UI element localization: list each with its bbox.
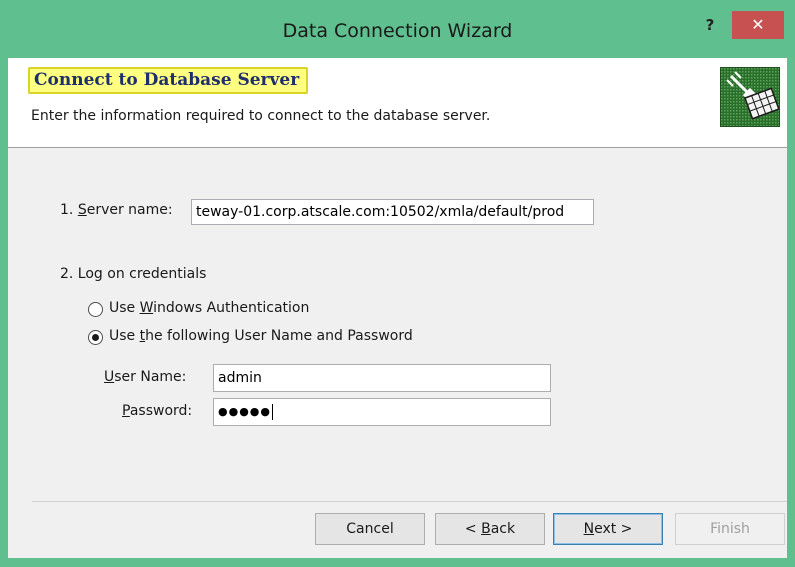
close-button[interactable]: ✕ <box>732 11 784 39</box>
cancel-button[interactable]: Cancel <box>315 513 425 545</box>
help-button[interactable]: ? <box>698 16 722 38</box>
password-label: Password: <box>122 403 192 419</box>
next-mnemonic: N <box>583 521 595 537</box>
server-name-label: 1. Server name: <box>60 202 173 218</box>
server-name-mnemonic: S <box>77 202 87 218</box>
password-mnemonic: P <box>122 403 130 419</box>
back-button[interactable]: < Back <box>435 513 545 545</box>
windows-auth-radio[interactable] <box>88 302 103 317</box>
radio-selected-dot <box>92 334 99 341</box>
server-name-prefix: 1. <box>60 202 78 218</box>
password-mask: ●●●●● <box>218 405 271 418</box>
page-title: Connect to Database Server <box>28 67 309 94</box>
title-bar[interactable]: Data Connection Wizard ? ✕ <box>0 0 795 58</box>
username-mnemonic: U <box>104 369 115 385</box>
text-cursor <box>272 404 273 420</box>
password-text: assword: <box>129 403 193 419</box>
windows-auth-label[interactable]: Use Windows Authentication <box>109 300 309 316</box>
userpass-text-pre: Use <box>109 328 140 344</box>
header-panel: Connect to Database Server Enter the inf… <box>8 58 787 147</box>
button-divider <box>32 501 787 502</box>
server-name-input[interactable]: teway-01.corp.atscale.com:10502/xmla/def… <box>191 199 594 225</box>
windows-auth-mnemonic: W <box>139 300 154 316</box>
header-divider <box>8 147 787 148</box>
back-text-post: ack <box>490 521 516 537</box>
back-mnemonic: B <box>481 521 491 537</box>
credentials-label: 2. Log on credentials <box>60 266 207 282</box>
dialog-body: Connect to Database Server Enter the inf… <box>8 58 787 558</box>
back-text-pre: < <box>464 521 482 537</box>
windows-auth-text-post: indows Authentication <box>153 300 310 316</box>
database-plug-icon <box>720 67 780 127</box>
window-title: Data Connection Wizard <box>282 20 513 42</box>
userpass-label[interactable]: Use the following User Name and Password <box>109 328 413 344</box>
next-text-post: ext > <box>594 521 633 537</box>
next-button[interactable]: Next > <box>553 513 663 545</box>
username-label: User Name: <box>104 369 186 385</box>
username-text: ser Name: <box>114 369 187 385</box>
userpass-radio[interactable] <box>88 330 103 345</box>
page-subtitle: Enter the information required to connec… <box>31 108 491 124</box>
username-input[interactable]: admin <box>213 364 551 392</box>
server-name-text: erver name: <box>86 202 173 218</box>
finish-button[interactable]: Finish <box>675 513 785 545</box>
password-input[interactable]: ●●●●● <box>213 398 551 426</box>
wizard-window: Data Connection Wizard ? ✕ Connect to Da… <box>0 0 795 567</box>
userpass-text-post: he following User Name and Password <box>145 328 413 344</box>
windows-auth-text-pre: Use <box>109 300 140 316</box>
close-icon: ✕ <box>751 15 765 34</box>
